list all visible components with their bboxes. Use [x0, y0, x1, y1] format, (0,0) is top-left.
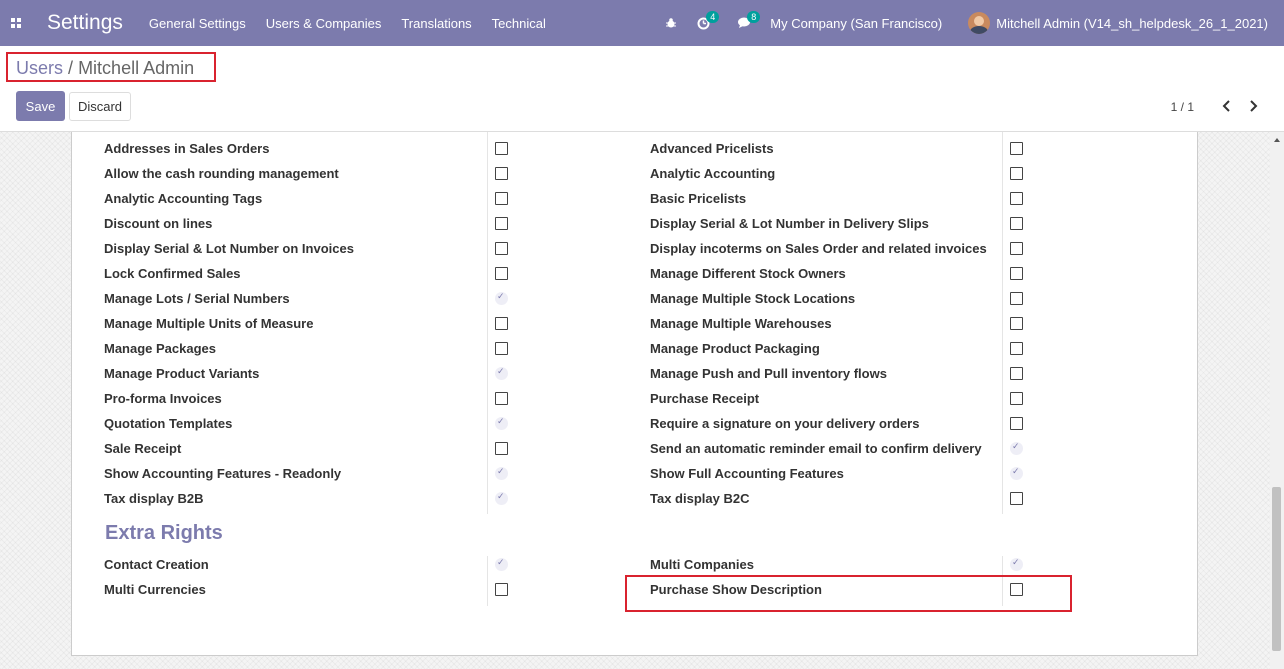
setting-label: Manage Multiple Stock Locations [650, 291, 856, 306]
setting-checkbox[interactable] [495, 167, 508, 180]
setting-checkbox[interactable] [495, 491, 508, 505]
setting-label: Show Accounting Features - Readonly [104, 466, 342, 481]
apps-menu-icon[interactable] [0, 0, 32, 46]
setting-label: Sale Receipt [104, 441, 182, 456]
menu-users-companies[interactable]: Users & Companies [266, 16, 382, 31]
setting-checkbox[interactable] [495, 416, 508, 430]
activity-clock-icon[interactable]: 4 [697, 10, 720, 30]
setting-label: Manage Product Packaging [650, 341, 820, 356]
extra-rights-heading: Extra Rights [105, 522, 223, 544]
setting-label: Manage Push and Pull inventory flows [650, 366, 887, 381]
column-divider [1002, 132, 1003, 514]
setting-checkbox[interactable] [495, 366, 508, 380]
setting-checkbox[interactable] [1010, 392, 1023, 405]
setting-checkbox[interactable] [495, 291, 508, 305]
avatar [968, 12, 991, 34]
setting-label: Quotation Templates [104, 416, 233, 431]
setting-label: Allow the cash rounding management [104, 166, 339, 181]
setting-label: Manage Product Variants [104, 366, 260, 381]
setting-checkbox[interactable] [495, 317, 508, 330]
setting-label: Tax display B2C [650, 491, 750, 506]
menu-general-settings[interactable]: General Settings [149, 16, 246, 31]
setting-label: Addresses in Sales Orders [104, 141, 270, 156]
purchase-show-description-highlight-box [625, 575, 1072, 612]
messages-chat-icon[interactable]: 8 [738, 11, 761, 29]
scroll-up-arrow-icon[interactable] [1270, 132, 1284, 148]
setting-checkbox[interactable] [495, 392, 508, 405]
setting-checkbox[interactable] [1010, 466, 1023, 480]
setting-checkbox[interactable] [495, 557, 508, 571]
setting-checkbox[interactable] [495, 342, 508, 355]
setting-checkbox[interactable] [1010, 317, 1023, 330]
setting-label: Manage Multiple Units of Measure [104, 316, 314, 331]
user-menu[interactable]: Mitchell Admin (V14_sh_helpdesk_26_1_202… [968, 12, 1268, 34]
breadcrumb-users-link[interactable]: Users [16, 58, 63, 78]
setting-label: Manage Lots / Serial Numbers [104, 291, 290, 306]
save-button[interactable]: Save [16, 91, 65, 121]
control-panel: Users / Mitchell Admin Save Discard 1 / … [0, 46, 1284, 132]
debug-bug-icon[interactable] [665, 17, 677, 29]
messages-count-badge: 8 [747, 11, 761, 23]
breadcrumb: Users / Mitchell Admin [16, 58, 194, 79]
top-navbar: Settings General Settings Users & Compan… [0, 0, 1284, 46]
setting-checkbox[interactable] [495, 217, 508, 230]
setting-label: Display Serial & Lot Number in Delivery … [650, 216, 929, 231]
setting-checkbox[interactable] [1010, 492, 1023, 505]
setting-checkbox[interactable] [1010, 342, 1023, 355]
setting-checkbox[interactable] [1010, 142, 1023, 155]
setting-label: Pro-forma Invoices [104, 391, 222, 406]
setting-label: Multi Companies [650, 557, 755, 572]
pager-previous-icon[interactable] [1220, 97, 1234, 115]
setting-label: Lock Confirmed Sales [104, 266, 241, 281]
setting-checkbox[interactable] [1010, 242, 1023, 255]
setting-label: Display Serial & Lot Number on Invoices [104, 241, 354, 256]
setting-checkbox[interactable] [1010, 217, 1023, 230]
setting-label: Multi Currencies [104, 582, 206, 597]
setting-label: Display incoterms on Sales Order and rel… [650, 241, 987, 256]
setting-label: Manage Packages [104, 341, 217, 356]
column-divider [487, 132, 488, 514]
setting-checkbox[interactable] [1010, 267, 1023, 280]
setting-checkbox[interactable] [1010, 367, 1023, 380]
setting-checkbox[interactable] [1010, 192, 1023, 205]
discard-button[interactable]: Discard [69, 92, 131, 121]
setting-checkbox[interactable] [1010, 292, 1023, 305]
setting-label: Manage Different Stock Owners [650, 266, 846, 281]
setting-checkbox[interactable] [1010, 167, 1023, 180]
column-divider [487, 556, 488, 606]
setting-checkbox[interactable] [495, 142, 508, 155]
setting-label: Purchase Receipt [650, 391, 760, 406]
setting-label: Show Full Accounting Features [650, 466, 844, 481]
setting-label: Require a signature on your delivery ord… [650, 416, 920, 431]
company-switcher[interactable]: My Company (San Francisco) [770, 16, 942, 31]
setting-checkbox[interactable] [1010, 557, 1023, 571]
menu-technical[interactable]: Technical [492, 16, 546, 31]
setting-label: Contact Creation [104, 557, 209, 572]
setting-label: Advanced Pricelists [650, 141, 774, 156]
scrollbar-thumb[interactable] [1272, 487, 1281, 651]
setting-label: Tax display B2B [104, 491, 204, 506]
breadcrumb-current: Mitchell Admin [78, 58, 195, 78]
setting-checkbox[interactable] [1010, 417, 1023, 430]
setting-label: Analytic Accounting Tags [104, 191, 263, 206]
setting-checkbox[interactable] [495, 242, 508, 255]
pager-value[interactable]: 1 / 1 [1171, 100, 1194, 114]
setting-label: Discount on lines [104, 216, 213, 231]
setting-checkbox[interactable] [495, 192, 508, 205]
setting-label: Basic Pricelists [650, 191, 747, 206]
menu-translations[interactable]: Translations [401, 16, 471, 31]
setting-label: Manage Multiple Warehouses [650, 316, 832, 331]
setting-checkbox[interactable] [495, 267, 508, 280]
setting-label: Send an automatic reminder email to conf… [650, 441, 982, 456]
setting-checkbox[interactable] [495, 583, 508, 596]
activity-count-badge: 4 [706, 10, 720, 23]
setting-checkbox[interactable] [1010, 441, 1023, 455]
setting-checkbox[interactable] [495, 442, 508, 455]
user-name: Mitchell Admin (V14_sh_helpdesk_26_1_202… [996, 15, 1268, 31]
breadcrumb-separator: / [68, 58, 74, 78]
pager-next-icon[interactable] [1246, 97, 1260, 115]
app-title[interactable]: Settings [47, 11, 123, 35]
setting-checkbox[interactable] [495, 466, 508, 480]
setting-label: Analytic Accounting [650, 166, 776, 181]
